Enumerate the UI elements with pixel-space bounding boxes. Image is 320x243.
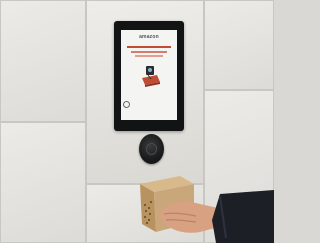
locker-wall: amazon bbox=[0, 0, 274, 243]
locker-door bbox=[0, 122, 86, 243]
brand-logo: amazon bbox=[139, 34, 159, 40]
jacket-sleeve bbox=[212, 190, 274, 243]
locker-door bbox=[0, 0, 86, 122]
accessibility-icon[interactable] bbox=[123, 101, 130, 108]
scanner-lens-icon bbox=[146, 143, 157, 155]
screen-text-line bbox=[135, 55, 163, 57]
package-scan-illustration bbox=[142, 66, 160, 87]
screen-subheading bbox=[131, 51, 167, 53]
locker-door bbox=[204, 0, 274, 90]
screen-heading bbox=[127, 46, 171, 48]
touchscreen[interactable]: amazon bbox=[121, 30, 177, 120]
